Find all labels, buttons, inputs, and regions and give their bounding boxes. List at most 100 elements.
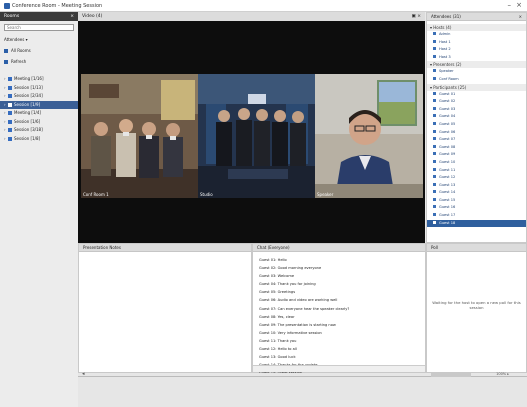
chat-message: Guest 13: Good luck xyxy=(259,355,296,360)
video-tile-3[interactable]: Speaker xyxy=(315,74,423,198)
close-icon[interactable]: × xyxy=(70,12,74,21)
attendee-item[interactable]: Guest 11 xyxy=(427,167,526,175)
room-item-label: Session [1/8] xyxy=(14,135,41,141)
room-item[interactable]: › Session [1/8] xyxy=(0,135,78,144)
video-header: Video (4) ▣ × xyxy=(78,12,425,21)
user-icon xyxy=(433,167,436,171)
attendee-item[interactable]: Guest 02 xyxy=(427,98,526,106)
attendee-item[interactable]: Guest 01 xyxy=(427,91,526,99)
chat-input[interactable] xyxy=(253,365,425,372)
close-window-button[interactable]: × xyxy=(516,1,522,9)
video-controls[interactable]: ▣ × xyxy=(412,12,421,21)
attendee-item[interactable]: Host 2 xyxy=(427,46,526,54)
rooms-icon xyxy=(4,49,8,53)
chat-message: Guest 10: Very informative session xyxy=(259,330,322,335)
attendees-filter-dropdown[interactable]: Attendees ▾ xyxy=(0,34,78,45)
attendee-name: Guest 06 xyxy=(439,129,456,134)
user-icon xyxy=(433,144,436,148)
speaker-video xyxy=(315,74,423,198)
attendee-item[interactable]: Host 1 xyxy=(427,39,526,47)
back-icon[interactable]: ◂ xyxy=(82,371,85,377)
poll-panel: Poll Waiting for the host to open a new … xyxy=(426,243,527,373)
window-title: Conference Room - Meeting Session xyxy=(12,3,103,9)
close-icon[interactable]: × xyxy=(519,13,522,21)
video-tile-2[interactable]: Studio xyxy=(198,74,315,198)
video-panel: Video (4) ▣ × Conf Room 1 Studio Speaker xyxy=(78,12,425,243)
user-icon xyxy=(433,182,436,186)
room-search-input[interactable] xyxy=(4,24,74,31)
attendee-item[interactable]: Guest 16 xyxy=(427,204,526,212)
attendee-item[interactable]: Admin xyxy=(427,31,526,39)
attendee-item[interactable]: Guest 03 xyxy=(427,106,526,114)
attendee-item[interactable]: Guest 12 xyxy=(427,174,526,182)
room-folder-icon xyxy=(8,119,12,124)
room-folder-icon xyxy=(8,94,12,98)
user-icon xyxy=(433,159,436,163)
chat-message: Guest 04: Thank you for joining xyxy=(259,282,316,287)
minimize-button[interactable]: – xyxy=(508,1,512,9)
user-icon xyxy=(433,39,436,43)
participants-category[interactable]: ▾ Participants (25) xyxy=(427,83,526,91)
room-item[interactable]: › Session [1/13] xyxy=(0,84,78,93)
attendee-item[interactable]: Guest 09 xyxy=(427,151,526,159)
chat-message: Guest 12: Hello to all xyxy=(259,347,297,352)
refresh-label: Refresh xyxy=(11,59,27,64)
attendee-name: Guest 18 xyxy=(439,220,456,225)
bottom-bar: ◂ 100% ▸ xyxy=(78,371,527,407)
all-rooms-button[interactable]: All Rooms xyxy=(0,45,78,56)
user-icon xyxy=(433,69,436,73)
room-item[interactable]: › Session [2/34] xyxy=(0,92,78,101)
attendees-header: Attendees (31) × xyxy=(427,13,526,21)
attendees-title: Attendees (31) xyxy=(431,14,461,19)
room-item[interactable]: › Session [1/9] xyxy=(0,100,78,109)
user-icon xyxy=(433,129,436,133)
chat-message: Guest 08: Yes, clear xyxy=(259,314,295,319)
meeting-room-video xyxy=(81,74,198,198)
attendee-item[interactable]: Guest 04 xyxy=(427,113,526,121)
room-item[interactable]: › Session [3/18] xyxy=(0,126,78,135)
attendee-item[interactable]: Guest 15 xyxy=(427,197,526,205)
attendee-item[interactable]: Guest 10 xyxy=(427,159,526,167)
attendee-name: Speaker xyxy=(439,69,454,74)
hosts-category[interactable]: ▾ Hosts (4) xyxy=(427,24,526,31)
chat-message: Guest 02: Good morning everyone xyxy=(259,266,322,271)
user-icon xyxy=(433,152,436,156)
poll-status-text: Waiting for the host to open a new poll … xyxy=(432,300,521,310)
room-folder-icon xyxy=(8,128,12,132)
attendee-item[interactable]: Guest 07 xyxy=(427,136,526,144)
chat-header: Chat (Everyone) xyxy=(253,244,425,252)
chat-title: Chat (Everyone) xyxy=(257,245,290,250)
room-item-label: Session [1/9] xyxy=(14,101,41,107)
attendee-item[interactable]: Speaker xyxy=(427,68,526,76)
room-folder-icon xyxy=(8,85,12,90)
attendee-item[interactable]: Guest 17 xyxy=(427,212,526,220)
attendee-name: Guest 13 xyxy=(439,182,456,187)
studio-video xyxy=(198,74,315,198)
notes-panel: Presentation Notes xyxy=(78,243,252,373)
attendee-item[interactable]: Host 3 xyxy=(427,54,526,62)
attendee-item[interactable]: Guest 13 xyxy=(427,182,526,190)
zoom-level: 100% ▸ xyxy=(496,372,509,376)
room-item[interactable]: › Meeting [1/16] xyxy=(0,75,78,84)
attendee-item[interactable]: Guest 05 xyxy=(427,121,526,129)
room-list: › Meeting [1/16] › Session [1/13] › Session [… xyxy=(0,75,78,143)
attendees-panel: Attendees (31) × ▾ Hosts (4) Admin Host 1… xyxy=(426,12,527,243)
presenters-category[interactable]: ▾ Presenters (2) xyxy=(427,61,526,69)
refresh-button[interactable]: Refresh xyxy=(0,56,78,67)
attendee-name: Guest 10 xyxy=(439,159,456,164)
video-tile-1[interactable]: Conf Room 1 xyxy=(81,74,198,198)
zoom-slider[interactable] xyxy=(431,373,471,377)
attendee-item[interactable]: Conf Room xyxy=(427,76,526,84)
attendee-item[interactable]: Guest 08 xyxy=(427,144,526,152)
user-icon xyxy=(433,213,436,217)
chat-message: Guest 03: Welcome xyxy=(259,274,295,279)
room-item[interactable]: › Session [1/6] xyxy=(0,118,78,127)
app-icon xyxy=(4,3,10,9)
attendee-item[interactable]: Guest 06 xyxy=(427,129,526,137)
room-folder-icon xyxy=(8,102,12,107)
attendee-item[interactable]: Guest 14 xyxy=(427,189,526,197)
room-item[interactable]: › Meeting [1/4] xyxy=(0,109,78,118)
attendee-name: Host 2 xyxy=(439,47,451,52)
window-titlebar: Conference Room - Meeting Session – × xyxy=(0,0,527,12)
attendee-item[interactable]: Guest 18 xyxy=(427,219,526,228)
